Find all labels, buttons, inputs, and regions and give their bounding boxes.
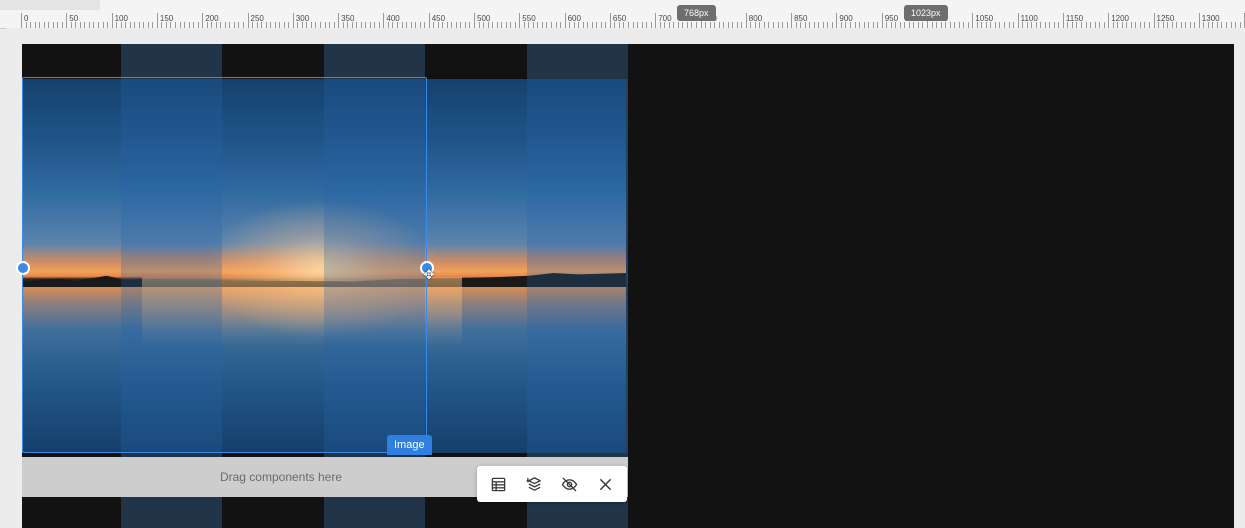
ruler-major-tick	[66, 13, 68, 28]
ruler-major-tick	[836, 13, 838, 28]
component-label-tag[interactable]: Image	[387, 435, 432, 455]
layers-icon	[526, 476, 541, 491]
ruler-label: 200	[205, 14, 219, 23]
ruler-major-tick	[881, 13, 883, 28]
ruler-label: 250	[250, 14, 264, 23]
ruler-major-tick	[1017, 13, 1019, 28]
ruler-major-tick	[564, 13, 566, 28]
ruler-major-tick	[791, 13, 793, 28]
ruler-major-tick	[655, 13, 657, 28]
ruler-label: 1150	[1065, 14, 1084, 23]
ruler-label: 1050	[975, 14, 994, 23]
ruler-label: 600	[567, 14, 581, 23]
selection-outline[interactable]	[22, 77, 427, 453]
component-toolbar	[477, 466, 627, 502]
ruler-label: 500	[477, 14, 491, 23]
move-cursor-icon: ✥	[423, 267, 435, 282]
ruler-label: 1300	[1201, 14, 1220, 23]
horizontal-ruler: 0 50 100 150 200 250 300 350 400 450 500 550 600 650 7…	[0, 0, 1245, 29]
ruler-label: 950	[884, 14, 899, 23]
ruler-major-tick	[292, 13, 294, 28]
ruler-major-tick	[1198, 13, 1200, 28]
ruler-label: 1200	[1111, 14, 1129, 23]
ruler-label: 300	[295, 14, 310, 23]
ruler-label: 850	[794, 14, 808, 23]
resize-handle-left[interactable]	[16, 261, 30, 275]
ruler-major-tick	[1153, 13, 1155, 28]
ruler-label: 350	[341, 14, 355, 23]
ruler-label: 1250	[1156, 14, 1175, 23]
ruler-label: 100	[114, 14, 128, 23]
ruler-major-tick	[972, 13, 974, 28]
ruler-major-tick	[383, 13, 385, 28]
ruler-label: 900	[839, 14, 853, 23]
ruler-major-tick	[156, 13, 158, 28]
ruler-major-tick	[202, 13, 204, 28]
column-guide-overlay	[527, 79, 628, 453]
eye-off-icon	[561, 477, 578, 491]
ruler-label: 150	[159, 14, 174, 23]
ruler-label: 400	[386, 14, 400, 23]
ruler-label: 0	[24, 14, 29, 23]
ruler-major-tick	[247, 13, 249, 28]
ruler-label: 800	[748, 14, 763, 23]
select-parent-button[interactable]	[520, 470, 548, 498]
ruler-label: 700	[658, 14, 672, 23]
table-icon	[491, 477, 506, 491]
ruler-label: 1100	[1020, 14, 1038, 23]
hide-button[interactable]	[556, 470, 584, 498]
ruler-label: 50	[69, 14, 79, 23]
ruler-major-tick	[428, 13, 430, 28]
ruler-label: 650	[612, 14, 627, 23]
ruler-major-tick	[474, 13, 475, 28]
delete-button[interactable]	[591, 470, 619, 498]
ruler-major-tick	[745, 13, 747, 28]
breakpoint-badge-768[interactable]: 768px	[677, 5, 716, 21]
breakpoint-badge-1023[interactable]: 1023px	[904, 5, 948, 21]
ruler-major-tick	[1062, 13, 1064, 28]
configure-button[interactable]	[485, 470, 513, 498]
ruler-label: 550	[522, 14, 536, 23]
ruler-corner	[0, 0, 100, 10]
drop-zone-text: Drag components here	[219, 470, 343, 484]
ruler-label: 450	[431, 14, 446, 23]
ruler-major-tick	[609, 13, 611, 28]
close-icon	[599, 478, 611, 490]
ruler-major-tick	[338, 13, 340, 28]
ruler-major-tick	[1108, 13, 1110, 28]
ruler-major-tick	[111, 13, 113, 28]
ruler-major-tick	[21, 13, 22, 28]
ruler-major-tick	[519, 13, 521, 28]
